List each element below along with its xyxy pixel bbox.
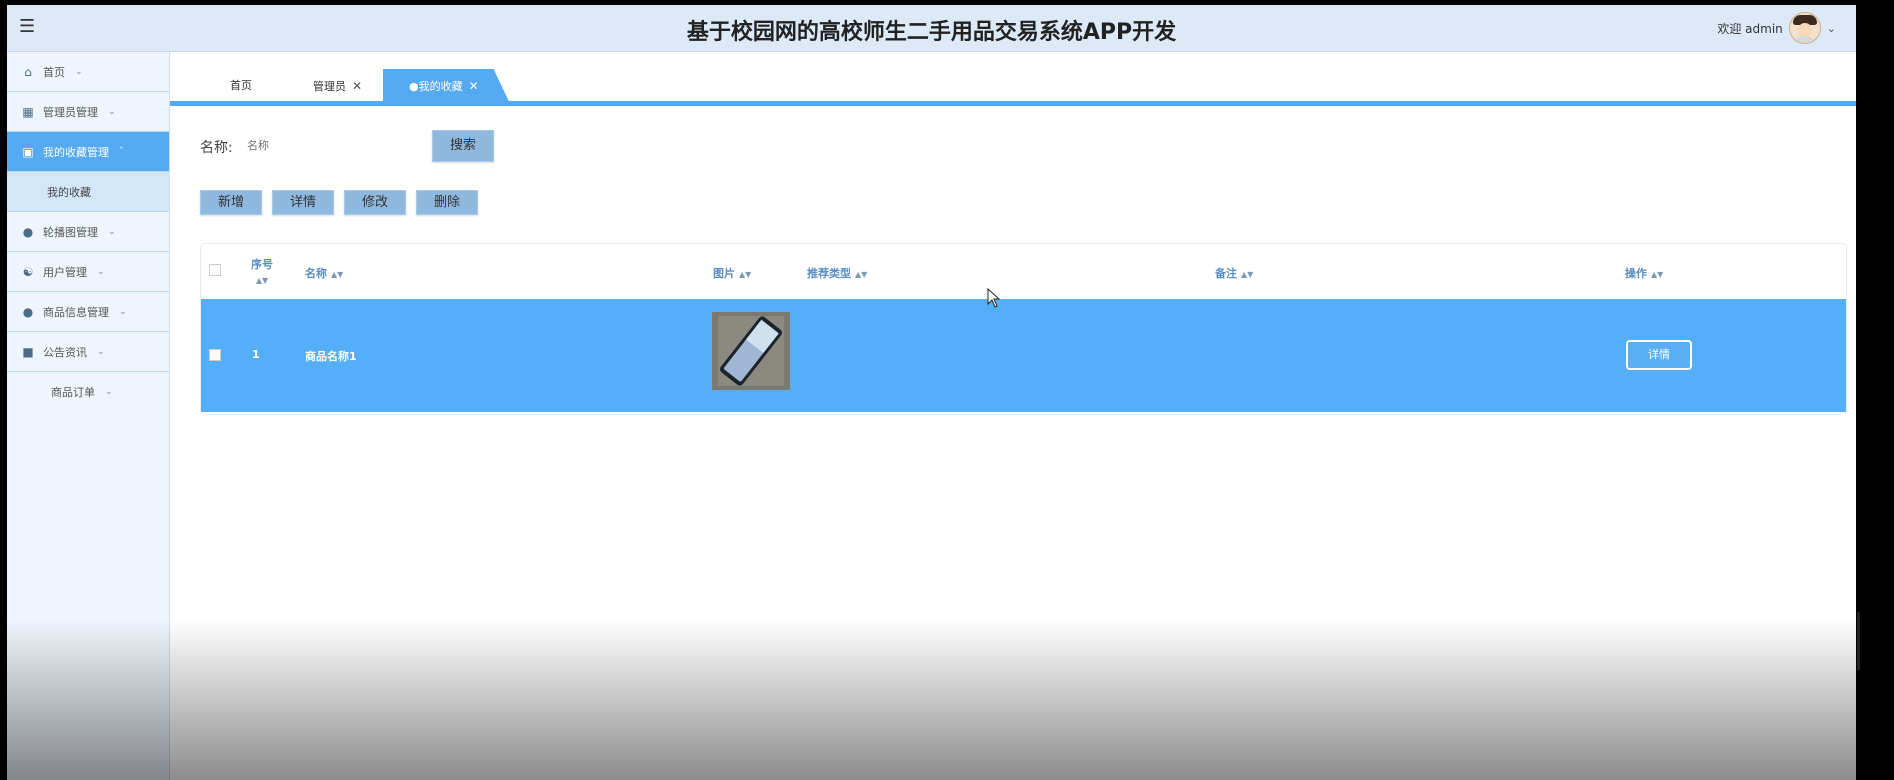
user-icon: ☯ — [22, 264, 34, 279]
column-header-operations[interactable]: 操作 ▲▼ — [1625, 265, 1663, 281]
sidebar-item-label: 轮播图管理 — [43, 225, 98, 239]
sidebar-item-label: 首页 — [43, 65, 65, 79]
row-checkbox[interactable] — [209, 349, 221, 361]
product-thumbnail — [712, 312, 790, 390]
name-search-input[interactable] — [245, 130, 409, 160]
column-header-recommend-type[interactable]: 推荐类型 ▲▼ — [807, 265, 867, 281]
sidebar-item-label: 用户管理 — [43, 265, 87, 279]
close-icon[interactable]: ✕ — [469, 79, 479, 93]
tab-home[interactable]: 首页 — [230, 69, 252, 101]
app-window: ☰ 基于校园网的高校师生二手用品交易系统APP开发 欢迎 admin ⌄ ⌂ 首… — [7, 5, 1856, 780]
avatar[interactable] — [1788, 12, 1821, 44]
column-label: 推荐类型 — [807, 267, 851, 280]
sidebar-item-carousel-management[interactable]: ● 轮播图管理 ⌄ — [7, 212, 169, 252]
sidebar-item-label: 我的收藏 — [47, 185, 91, 199]
sort-icon[interactable]: ▲▼ — [251, 276, 273, 285]
delete-button[interactable]: 删除 — [416, 190, 478, 215]
sort-icon[interactable]: ▲▼ — [1651, 270, 1663, 279]
row-index: 1 — [252, 348, 260, 361]
sidebar-item-user-management[interactable]: ☯ 用户管理 ⌄ — [7, 252, 169, 292]
sort-icon[interactable]: ▲▼ — [1241, 270, 1253, 279]
chevron-down-icon: ⌄ — [108, 226, 116, 237]
sidebar-item-label: 商品订单 — [51, 385, 95, 399]
mouse-cursor-icon — [987, 288, 1001, 308]
chevron-down-icon: ⌄ — [119, 306, 127, 317]
edit-button[interactable]: 修改 — [344, 190, 406, 215]
column-label: 名称 — [305, 267, 327, 280]
sidebar-item-admin-management[interactable]: ▦ 管理员管理 ⌄ — [7, 92, 169, 132]
chevron-down-icon: ⌄ — [108, 106, 116, 117]
sidebar-item-label: 商品信息管理 — [43, 305, 109, 319]
sidebar-subitem-my-favorites[interactable]: 我的收藏 — [7, 172, 169, 212]
tab-bar: 首页 管理员 ✕ ●我的收藏 ✕ — [170, 69, 1856, 106]
chevron-down-icon[interactable]: ⌄ — [1827, 22, 1836, 35]
sidebar-item-product-management[interactable]: ● 商品信息管理 ⌄ — [7, 292, 169, 332]
column-header-name[interactable]: 名称 ▲▼ — [305, 265, 343, 281]
sort-icon[interactable]: ▲▼ — [855, 270, 867, 279]
detail-button[interactable]: 详情 — [272, 190, 334, 215]
favorites-table: 序号 ▲▼ 名称 ▲▼ 图片 ▲▼ 推荐类型 ▲▼ 备注 ▲▼ 操作 ▲▼ 1 … — [200, 243, 1847, 415]
sidebar: ⌂ 首页 ⌄ ▦ 管理员管理 ⌄ ▣ 我的收藏管理 ˆ 我的收藏 ● 轮播图管理… — [7, 52, 170, 780]
sidebar-item-label: 我的收藏管理 — [43, 145, 109, 159]
tab-label: ●我的收藏 — [409, 80, 463, 93]
chevron-up-icon: ˆ — [119, 146, 124, 157]
column-header-image[interactable]: 图片 ▲▼ — [713, 265, 751, 281]
sidebar-item-home[interactable]: ⌂ 首页 ⌄ — [7, 52, 169, 92]
chevron-down-icon: ⌄ — [75, 66, 83, 77]
circle-icon: ● — [22, 224, 34, 239]
search-button[interactable]: 搜索 — [432, 130, 494, 162]
sidebar-item-label: 管理员管理 — [43, 105, 98, 119]
column-label: 序号 — [251, 258, 273, 271]
column-header-remark[interactable]: 备注 ▲▼ — [1215, 265, 1253, 281]
top-bar: ☰ 基于校园网的高校师生二手用品交易系统APP开发 欢迎 admin ⌄ — [7, 5, 1856, 52]
add-button[interactable]: 新增 — [200, 190, 262, 215]
table-header: 序号 ▲▼ 名称 ▲▼ 图片 ▲▼ 推荐类型 ▲▼ 备注 ▲▼ 操作 ▲▼ — [201, 244, 1846, 299]
select-all-checkbox[interactable] — [209, 264, 221, 276]
column-label: 图片 — [713, 267, 735, 280]
sort-icon[interactable]: ▲▼ — [739, 270, 751, 279]
row-name: 商品名称1 — [305, 350, 357, 363]
row-detail-button[interactable]: 详情 — [1626, 340, 1692, 370]
sort-icon[interactable]: ▲▼ — [331, 270, 343, 279]
welcome-text: 欢迎 admin — [1717, 21, 1783, 36]
home-icon: ⌂ — [24, 64, 32, 79]
user-menu[interactable]: 欢迎 admin ⌄ — [1717, 11, 1836, 45]
scrollbar-handle[interactable] — [1857, 612, 1860, 670]
column-label: 备注 — [1215, 267, 1237, 280]
tab-admin[interactable]: 管理员 ✕ — [313, 69, 362, 101]
sidebar-item-favorites-management[interactable]: ▣ 我的收藏管理 ˆ — [7, 132, 169, 172]
close-icon[interactable]: ✕ — [352, 79, 362, 93]
grid-icon: ▦ — [22, 104, 34, 119]
sidebar-item-announcements[interactable]: ■ 公告资讯 ⌄ — [7, 332, 169, 372]
card-icon: ▣ — [22, 144, 34, 159]
main-content: 首页 管理员 ✕ ●我的收藏 ✕ 名称: 搜索 新增 详情 修改 删除 序号 ▲▼ — [170, 52, 1856, 780]
chevron-down-icon: ⌄ — [97, 346, 105, 357]
chevron-down-icon: ⌄ — [105, 386, 113, 397]
tab-my-favorites[interactable]: ●我的收藏 ✕ — [383, 69, 509, 101]
tab-label: 首页 — [230, 79, 252, 92]
app-title: 基于校园网的高校师生二手用品交易系统APP开发 — [686, 20, 1177, 45]
search-label: 名称: — [200, 140, 233, 156]
chevron-down-icon: ⌄ — [97, 266, 105, 277]
table-row[interactable]: 1 商品名称1 详情 — [201, 299, 1846, 412]
phone-image — [712, 312, 790, 390]
sidebar-item-product-orders[interactable]: 商品订单 ⌄ — [7, 372, 169, 411]
tab-label: 管理员 — [313, 80, 346, 93]
column-label: 操作 — [1625, 267, 1647, 280]
circle-icon: ● — [22, 304, 34, 319]
briefcase-icon: ■ — [22, 344, 34, 359]
sidebar-item-label: 公告资讯 — [43, 345, 87, 359]
column-header-index[interactable]: 序号 ▲▼ — [251, 256, 273, 285]
